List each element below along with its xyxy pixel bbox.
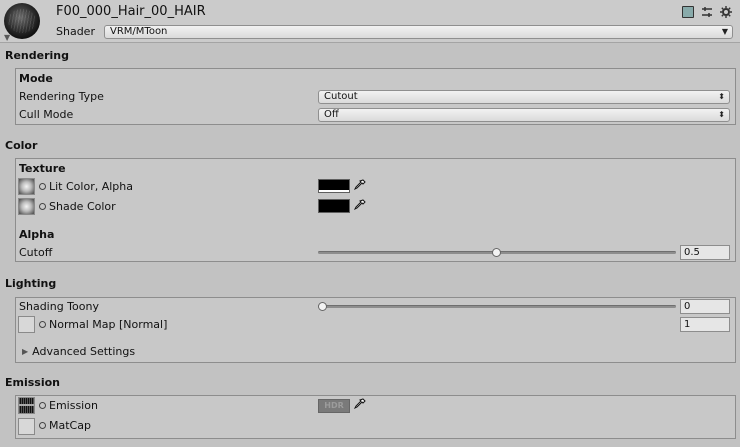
lit-texture-slot[interactable] xyxy=(18,178,35,195)
shading-toony-slider-thumb[interactable] xyxy=(318,302,327,311)
shading-toony-label: Shading Toony xyxy=(19,300,99,313)
object-picker-icon[interactable] xyxy=(39,422,46,429)
emission-texture-slot[interactable] xyxy=(18,397,35,414)
shade-texture-slot[interactable] xyxy=(18,198,35,215)
alpha-subtitle: Alpha xyxy=(19,228,55,241)
matcap-texture-slot[interactable] xyxy=(18,418,35,435)
dropdown-arrow-icon: ▼ xyxy=(721,27,728,36)
updown-arrow-icon: ⬍ xyxy=(718,110,725,119)
eyedropper-icon[interactable] xyxy=(354,179,366,193)
emission-color-swatch[interactable]: HDR xyxy=(318,399,350,413)
material-name: F00_000_Hair_00_HAIR xyxy=(56,4,206,19)
updown-arrow-icon: ⬍ xyxy=(718,92,725,101)
advanced-settings-foldout[interactable]: ▶ Advanced Settings xyxy=(22,345,135,358)
shade-color-label: Shade Color xyxy=(39,200,116,213)
lit-color-label: Lit Color, Alpha xyxy=(39,180,133,193)
normal-map-label: Normal Map [Normal] xyxy=(39,318,167,331)
gear-icon[interactable] xyxy=(719,5,732,18)
mode-subtitle: Mode xyxy=(19,72,53,85)
object-picker-icon[interactable] xyxy=(39,402,46,409)
cutoff-label: Cutoff xyxy=(19,246,53,259)
object-picker-icon[interactable] xyxy=(39,183,46,190)
material-header: ▼ F00_000_Hair_00_HAIR Shader VRM/MToon … xyxy=(0,0,740,43)
texture-subtitle: Texture xyxy=(19,162,66,175)
color-box xyxy=(15,158,736,262)
eyedropper-icon[interactable] xyxy=(354,398,366,412)
emission-label-text: Emission xyxy=(49,399,98,412)
shading-toony-slider-track[interactable] xyxy=(318,305,676,308)
cull-mode-dropdown[interactable]: Off ⬍ xyxy=(318,108,730,122)
cull-mode-value: Off xyxy=(324,109,339,120)
foldout-arrow-icon[interactable]: ▼ xyxy=(4,33,10,42)
lit-color-swatch[interactable] xyxy=(318,179,350,193)
matcap-label: MatCap xyxy=(39,419,91,432)
lighting-section-title: Lighting xyxy=(5,277,57,290)
normal-map-value-field[interactable]: 1 xyxy=(680,317,730,332)
shader-dropdown[interactable]: VRM/MToon ▼ xyxy=(104,25,733,39)
object-picker-icon[interactable] xyxy=(39,321,46,328)
cutoff-value-field[interactable]: 0.5 xyxy=(680,245,730,260)
shader-label: Shader xyxy=(56,25,95,38)
emission-section-title: Emission xyxy=(5,376,60,389)
rendering-type-label: Rendering Type xyxy=(19,90,104,103)
matcap-label-text: MatCap xyxy=(49,419,91,432)
shading-toony-value-field[interactable]: 0 xyxy=(680,299,730,314)
normal-map-texture-slot[interactable] xyxy=(18,316,35,333)
normal-map-label-text: Normal Map [Normal] xyxy=(49,318,168,331)
rendering-type-value: Cutout xyxy=(324,91,358,102)
object-picker-icon[interactable] xyxy=(39,203,46,210)
rendering-type-dropdown[interactable]: Cutout ⬍ xyxy=(318,90,730,104)
eyedropper-icon[interactable] xyxy=(354,199,366,213)
cull-mode-label: Cull Mode xyxy=(19,108,74,121)
lit-color-label-text: Lit Color, Alpha xyxy=(49,180,133,193)
shader-dropdown-value: VRM/MToon xyxy=(110,26,168,37)
emission-box xyxy=(15,395,736,439)
advanced-settings-label: Advanced Settings xyxy=(32,345,136,358)
shade-color-label-text: Shade Color xyxy=(49,200,116,213)
settings-sliders-icon[interactable] xyxy=(700,5,713,18)
rendering-section-title: Rendering xyxy=(5,49,69,62)
triangle-right-icon: ▶ xyxy=(22,347,29,356)
book-icon[interactable] xyxy=(681,5,694,18)
cutoff-slider-thumb[interactable] xyxy=(492,248,501,257)
emission-label: Emission xyxy=(39,399,98,412)
color-section-title: Color xyxy=(5,139,38,152)
shade-color-swatch[interactable] xyxy=(318,199,350,213)
